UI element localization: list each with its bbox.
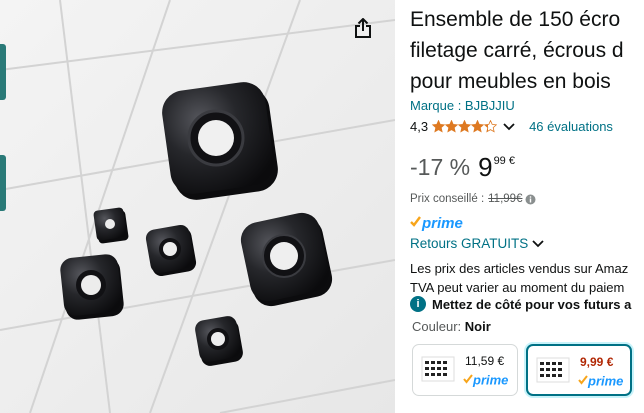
title-line-1: Ensemble de 150 écro	[410, 8, 621, 31]
brand-link[interactable]: Marque : BJBJJIU	[410, 98, 515, 113]
price-whole: 9	[478, 152, 493, 182]
small-square-nut	[145, 224, 197, 277]
color-value: Noir	[464, 319, 491, 334]
color-row: Couleur: Noir	[412, 319, 491, 334]
info-icon	[525, 194, 536, 204]
color-label: Couleur:	[412, 319, 462, 334]
save-for-later-label: Mettez de côté pour vos futurs a	[432, 296, 632, 312]
star-icon	[458, 120, 472, 133]
star-icon	[484, 120, 498, 133]
variant-thumbnail	[536, 357, 570, 383]
prime-text: prime	[421, 215, 463, 232]
returns-label: Retours GRATUITS	[410, 236, 529, 251]
star-icon	[432, 120, 446, 133]
list-price-label: Prix conseillé :	[410, 193, 485, 205]
prime-check-icon: prime	[410, 215, 463, 232]
tiny-square-nut	[93, 207, 129, 244]
tax-line-2: TVA peut varier au moment du paiem	[410, 280, 625, 295]
rating-value: 4,3	[410, 119, 429, 134]
discount-percent: -17 %	[410, 154, 471, 180]
variant-swatch-1[interactable]: 11,59 € prime	[412, 344, 518, 396]
star-icon	[445, 120, 459, 133]
returns-link[interactable]: Retours GRATUITS	[410, 236, 544, 251]
prime-badge: prime	[410, 214, 466, 237]
share-icon	[355, 18, 371, 38]
product-photo-svg	[0, 0, 395, 413]
title-line-3: pour meubles en bois	[410, 70, 611, 93]
list-price: Prix conseillé : 11,99€	[410, 193, 536, 205]
product-info-panel: Ensemble de 150 écro filetage carré, écr…	[410, 0, 644, 413]
star-icon	[471, 120, 485, 133]
chevron-down-icon	[532, 239, 544, 247]
product-title: Ensemble de 150 écro filetage carré, écr…	[410, 4, 644, 97]
variant-thumbnail	[421, 356, 455, 382]
price-fraction: 99 €	[493, 155, 515, 167]
share-button[interactable]	[350, 15, 376, 41]
variant-prime-text: prime	[587, 374, 623, 389]
returns-chevron	[532, 239, 544, 248]
variant-prime-text: prime	[472, 373, 508, 388]
variant-swatch-2[interactable]: 9,99 € prime	[526, 344, 632, 396]
prime-check-icon: prime	[578, 374, 623, 389]
tax-line-1: Les prix des articles vendus sur Amaz	[410, 261, 629, 276]
info-icon: i	[410, 296, 426, 312]
large-square-nut	[162, 82, 278, 200]
reviews-link[interactable]: 46 évaluations	[529, 119, 613, 134]
variant-price: 11,59 €	[465, 354, 505, 368]
gallery-edge-tab-bottom	[0, 155, 6, 211]
list-price-info-button[interactable]	[525, 194, 536, 205]
tax-notice: Les prix des articles vendus sur Amaz TV…	[410, 259, 644, 297]
rating-dropdown-button[interactable]	[503, 122, 515, 131]
chevron-down-icon	[503, 122, 515, 130]
rating-row: 4,3 46 évaluations	[410, 119, 644, 134]
title-line-2: filetage carré, écrous d	[410, 39, 624, 62]
star-rating[interactable]	[432, 120, 498, 133]
variant-price: 9,99 €	[580, 355, 614, 369]
gallery-edge-tab-top	[0, 44, 6, 100]
product-image[interactable]	[0, 0, 395, 413]
price-block: -17 % 9 99 €	[410, 152, 515, 182]
prime-check-icon: prime	[463, 373, 508, 388]
save-for-later[interactable]: i Mettez de côté pour vos futurs a	[410, 296, 631, 312]
medium-square-nut	[60, 254, 124, 320]
list-price-value: 11,99€	[488, 193, 523, 205]
